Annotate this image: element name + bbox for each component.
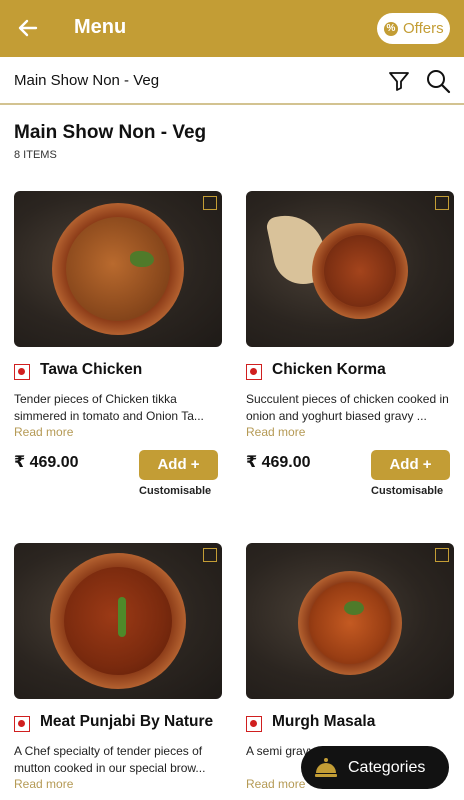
item-price: ₹ 469.00 [246, 454, 311, 471]
non-veg-icon [14, 364, 30, 380]
search-icon[interactable] [425, 68, 451, 94]
item-count: 8 ITEMS [14, 149, 57, 161]
offers-button[interactable]: % Offers [377, 13, 450, 44]
add-button[interactable]: Add + [139, 450, 218, 480]
item-description: A Chef specialty of tender pieces of mut… [14, 744, 206, 775]
categories-label: Categories [348, 758, 426, 776]
read-more-link[interactable]: Read more [14, 425, 73, 439]
cloche-icon [315, 757, 337, 777]
item-name: Tawa Chicken [40, 361, 143, 378]
section-title: Main Show Non - Veg [14, 122, 207, 143]
app-header: Menu % Offers [0, 0, 464, 57]
page-title: Menu [74, 16, 127, 38]
curry-image [66, 217, 170, 321]
category-bar: Main Show Non - Veg [0, 57, 464, 105]
add-button[interactable]: Add + [371, 450, 450, 480]
garnish-image [130, 251, 154, 267]
filter-icon[interactable] [387, 69, 411, 93]
offers-label: Offers [403, 20, 444, 37]
brand-logo [203, 548, 217, 562]
item-description: Tender pieces of Chicken tikka simmered … [14, 392, 204, 423]
read-more-link[interactable]: Read more [246, 425, 305, 439]
categories-button[interactable]: Categories [301, 746, 449, 789]
brand-logo [435, 548, 449, 562]
non-veg-icon [14, 716, 30, 732]
dish-photo[interactable] [246, 543, 454, 699]
category-name: Main Show Non - Veg [14, 72, 160, 89]
item-price: ₹ 469.00 [14, 454, 79, 471]
dish-photo[interactable] [14, 191, 222, 347]
brand-logo [435, 196, 449, 210]
dish-photo[interactable] [14, 543, 222, 699]
curry-image [309, 582, 391, 664]
item-description: Succulent pieces of chicken cooked in on… [246, 392, 449, 423]
curry-image [324, 235, 396, 307]
customisable-label: Customisable [139, 485, 212, 497]
chili-image [118, 597, 126, 637]
back-arrow-icon[interactable] [14, 14, 42, 42]
offer-tag-icon: % [384, 21, 398, 36]
dish-photo[interactable] [246, 191, 454, 347]
non-veg-icon [246, 364, 262, 380]
read-more-link[interactable]: Read more [14, 777, 73, 791]
non-veg-icon [246, 716, 262, 732]
item-name: Murgh Masala [272, 713, 376, 730]
garnish-image [344, 601, 364, 615]
item-name: Chicken Korma [272, 361, 386, 378]
brand-logo [203, 196, 217, 210]
item-name: Meat Punjabi By Nature [40, 713, 214, 730]
customisable-label: Customisable [371, 485, 444, 497]
read-more-link[interactable]: Read more [246, 777, 305, 791]
